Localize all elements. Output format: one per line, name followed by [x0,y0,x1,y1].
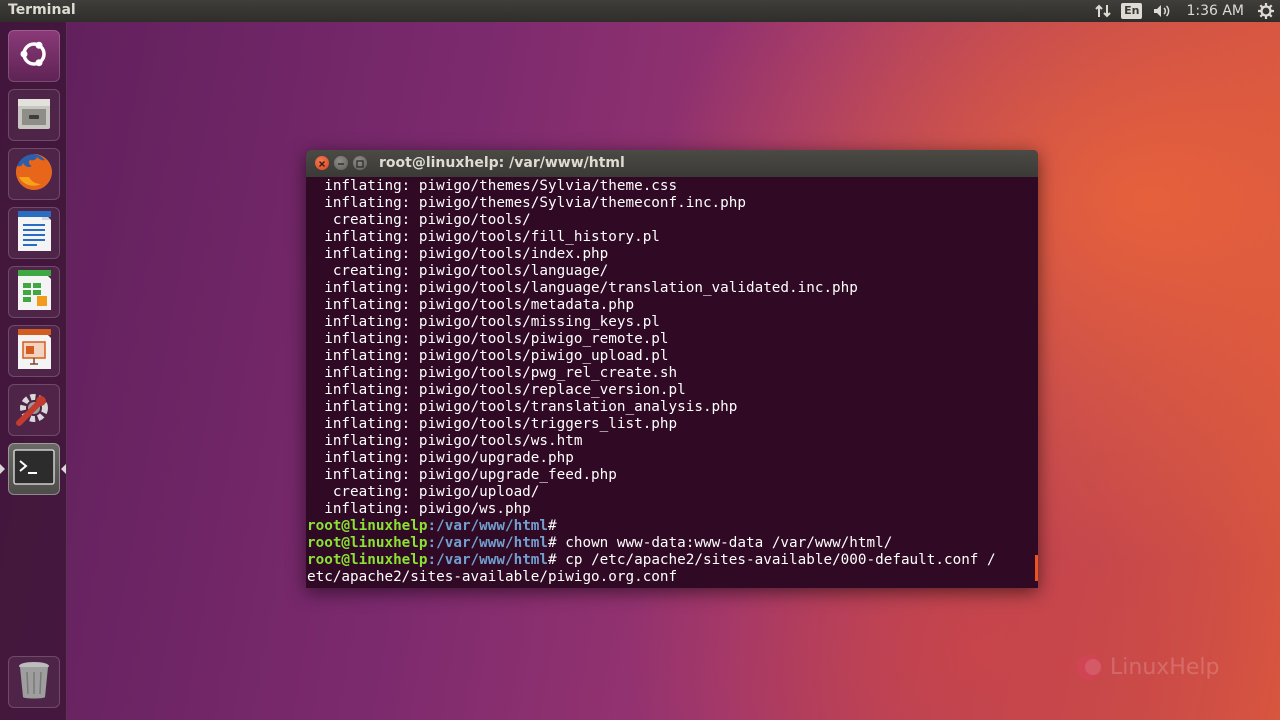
close-button[interactable] [315,156,329,170]
terminal-icon [13,449,55,489]
keyboard-layout-icon: En [1121,3,1143,19]
output-line: inflating: piwigo/tools/piwigo_upload.pl [307,348,669,364]
maximize-icon [356,160,364,168]
maximize-button[interactable] [353,156,367,170]
launcher-system-settings[interactable] [8,384,60,436]
output-line: inflating: piwigo/themes/Sylvia/theme.cs… [307,178,678,194]
calc-spreadsheet-icon [15,268,53,316]
output-line: inflating: piwigo/tools/pwg_rel_create.s… [307,365,678,381]
output-line: inflating: piwigo/tools/fill_history.pl [307,229,660,245]
minimize-button[interactable] [334,156,348,170]
prompt-line: root@linuxhelp:/var/www/html# [306,518,1038,535]
launcher-trash[interactable] [8,656,60,708]
terminal-output[interactable]: inflating: piwigo/themes/Sylvia/theme.cs… [306,177,1038,589]
command-text: cp /etc/apache2/sites-available/000-defa… [556,552,996,568]
output-line: creating: piwigo/tools/language/ [307,263,609,279]
terminal-window[interactable]: root@linuxhelp: /var/www/html inflating:… [306,150,1038,588]
clock[interactable]: 1:36 AM [1186,0,1244,22]
output-line: inflating: piwigo/tools/replace_version.… [307,382,686,398]
output-line: inflating: piwigo/tools/language/transla… [307,280,858,296]
output-line: creating: piwigo/upload/ [307,484,540,500]
command-continuation: etc/apache2/sites-available/piwigo.org.c… [307,569,678,585]
output-line: inflating: piwigo/upgrade.php [307,450,574,466]
output-line: inflating: piwigo/themes/Sylvia/themecon… [307,195,746,211]
window-titlebar[interactable]: root@linuxhelp: /var/www/html [306,150,1038,177]
launcher-libreoffice-calc[interactable] [8,266,60,318]
prompt-path: :/var/www/html [427,535,549,551]
text-cursor [1035,555,1038,581]
close-icon [319,161,325,167]
prompt-user: root@linuxhelp [307,535,428,551]
launcher-terminal[interactable] [8,443,60,495]
launcher-ubuntu-dash[interactable] [8,30,60,82]
network-arrows-icon[interactable] [1095,0,1111,22]
launcher-libreoffice-impress[interactable] [8,325,60,377]
watermark-text: LinuxHelp [1110,654,1220,680]
prompt-path: :/var/www/html [427,518,549,534]
prompt-symbol: # [548,535,557,551]
running-indicator-left [0,464,5,474]
output-line: inflating: piwigo/tools/metadata.php [307,297,635,313]
output-line: inflating: piwigo/ws.php [307,501,531,517]
prompt-path: :/var/www/html [427,552,549,568]
top-panel: Terminal En 1:36 AM [0,0,1280,22]
linuxhelp-logo-icon [1076,654,1102,680]
minimize-icon [338,163,344,165]
window-title: root@linuxhelp: /var/www/html [379,155,625,171]
trash-icon [16,659,52,705]
output-line: inflating: piwigo/tools/index.php [307,246,609,262]
output-line: inflating: piwigo/tools/triggers_list.ph… [307,416,678,432]
indicator-area: En 1:36 AM [1085,0,1280,22]
impress-presentation-icon [15,327,53,375]
app-title: Terminal [8,2,76,18]
output-line: inflating: piwigo/tools/missing_keys.pl [307,314,660,330]
watermark-logo: LinuxHelp [1074,652,1219,682]
launcher-files[interactable] [8,89,60,141]
keyboard-layout-indicator[interactable]: En [1121,0,1143,22]
ubuntu-logo-icon [16,36,52,76]
settings-gear-icon[interactable] [1258,0,1274,22]
prompt-user: root@linuxhelp [307,518,428,534]
launcher-libreoffice-writer[interactable] [8,207,60,259]
prompt-line: root@linuxhelp:/var/www/html# cp /etc/ap… [306,552,1038,569]
output-line: creating: piwigo/tools/ [307,212,531,228]
command-text: chown www-data:www-data /var/www/html/ [556,535,893,551]
launcher [0,22,67,720]
prompt-symbol: # [548,552,557,568]
running-indicator-right [61,464,66,474]
volume-icon[interactable] [1152,0,1172,22]
prompt-symbol: # [548,518,557,534]
launcher-firefox[interactable] [8,148,60,200]
output-line: inflating: piwigo/upgrade_feed.php [307,467,617,483]
prompt-line: root@linuxhelp:/var/www/html# chown www-… [306,535,1038,552]
output-line: inflating: piwigo/tools/translation_anal… [307,399,738,415]
settings-wrench-icon [13,387,55,433]
output-line: inflating: piwigo/tools/piwigo_remote.pl [307,331,669,347]
writer-document-icon [15,209,53,257]
firefox-icon [13,151,55,197]
output-line: inflating: piwigo/tools/ws.htm [307,433,583,449]
file-cabinet-icon [14,93,54,137]
prompt-user: root@linuxhelp [307,552,428,568]
